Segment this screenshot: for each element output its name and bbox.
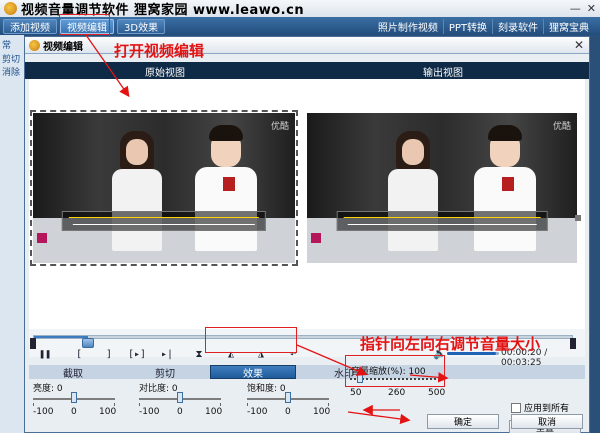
apply-all-checkbox[interactable]	[511, 402, 521, 413]
video-person-face	[402, 139, 424, 165]
video-person-face	[125, 139, 148, 165]
caption-line	[347, 224, 537, 225]
effect-sliders-panel: 亮度: 0 -100 0 100 对比度: 0 -100 0 100 饱和度: …	[29, 381, 585, 429]
menu-tab-add-video[interactable]: 添加视频	[3, 18, 57, 34]
volume-scale-min: 50	[350, 388, 362, 398]
contrast-label: 对比度: 0	[139, 384, 178, 394]
volume-scale-max: 500	[428, 388, 446, 398]
saturation-slider-group: 饱和度: 0 -100 0 100	[247, 381, 339, 427]
bg-panel-text: 消除	[2, 68, 21, 78]
app-logo-icon	[4, 2, 17, 15]
saturation-slider-thumb[interactable]	[285, 392, 291, 403]
tv-channel-badge	[37, 233, 47, 243]
timeline-progress	[34, 336, 88, 338]
microphone-icon	[223, 177, 236, 191]
video-preview-area: 优酷 优酷	[29, 79, 585, 329]
video-person-hair	[209, 125, 244, 141]
slider-mid: 0	[71, 407, 77, 417]
volume-scale-track[interactable]	[350, 378, 436, 380]
apply-all-option[interactable]: 应用到所有	[511, 401, 569, 414]
edit-tabs: 截取 剪切 效果 水印	[29, 365, 585, 380]
play-segment-button[interactable]: [▸]	[127, 346, 147, 362]
dialog-title: 视频编辑	[43, 41, 83, 53]
video-person-body	[111, 169, 162, 251]
annotation-adjust-volume: 指针向左向右调节音量大小	[360, 335, 541, 353]
bg-panel-text: 常	[2, 41, 12, 51]
tab-cut[interactable]: 剪切	[121, 365, 209, 380]
scroll-handle[interactable]	[575, 215, 581, 221]
annotation-highlight-box	[59, 14, 110, 35]
slider-max: 100	[99, 407, 117, 417]
caption-line	[68, 217, 260, 218]
video-person-hair	[488, 125, 523, 141]
original-video-frame[interactable]: 优酷	[30, 110, 298, 266]
apply-all-label: 应用到所有	[524, 404, 570, 414]
minimize-icon[interactable]: —	[570, 2, 581, 15]
menu-link-guide[interactable]: 狸窝宝典	[543, 18, 594, 34]
tv-watermark: 优酷	[270, 122, 289, 132]
caption-line	[72, 224, 256, 225]
slider-min: -100	[247, 407, 268, 417]
window-controls: — ✕	[570, 2, 596, 15]
microphone-icon	[502, 177, 515, 191]
close-icon[interactable]: ✕	[574, 38, 584, 52]
menu-link-photo-video[interactable]: 照片制作视频	[373, 19, 443, 34]
dialog-logo-icon	[29, 39, 40, 51]
contrast-slider-thumb[interactable]	[177, 392, 183, 403]
slider-mid: 0	[177, 407, 183, 417]
video-person	[388, 131, 438, 251]
video-caption	[336, 211, 548, 231]
caption-line	[343, 217, 541, 218]
view-labels: 原始视图 输出视图	[25, 64, 589, 79]
tv-watermark: 优酷	[552, 122, 571, 132]
menu-link-ppt[interactable]: PPT转换	[442, 18, 492, 34]
annotation-open-video-edit: 打开视频编辑	[114, 42, 205, 60]
mark-out-button[interactable]: ]	[99, 346, 119, 362]
contrast-slider-group: 对比度: 0 -100 0 100	[139, 381, 231, 427]
pause-button[interactable]: ❚❚	[35, 346, 55, 362]
slider-min: -100	[33, 407, 54, 417]
brightness-label: 亮度: 0	[33, 384, 63, 394]
tab-effect[interactable]: 效果	[210, 365, 296, 380]
menu-right-links: 照片制作视频 PPT转换 刻录软件 狸窝宝典	[373, 17, 594, 35]
cancel-button[interactable]: 取消	[511, 414, 583, 429]
bg-panel-text: 剪切	[2, 55, 21, 65]
menu-link-burn[interactable]: 刻录软件	[492, 18, 543, 34]
annotation-highlight-box	[205, 327, 297, 353]
video-edit-dialog: 视频编辑 ✕ 原始视图 输出视图 优酷 优酷 ❚❚ [] [▸] ▸| ⧗ ◭…	[24, 36, 590, 433]
background-app-panel: 常 剪切 消除	[0, 35, 24, 433]
ok-button[interactable]: 确定	[427, 414, 499, 429]
video-person-body	[388, 169, 438, 251]
output-view-label: 输出视图	[423, 68, 463, 79]
brightness-slider-thumb[interactable]	[71, 392, 77, 403]
slider-ticks	[247, 403, 329, 406]
brightness-slider-group: 亮度: 0 -100 0 100	[33, 381, 125, 427]
slider-mid: 0	[285, 407, 291, 417]
slider-ticks	[139, 403, 221, 406]
mark-in-button[interactable]: [	[69, 346, 89, 362]
menu-tab-3d-effect[interactable]: 3D效果	[117, 18, 166, 34]
video-person	[111, 131, 162, 251]
slider-ticks	[33, 403, 115, 406]
dialog-titlebar: 视频编辑 ✕	[25, 37, 589, 54]
original-view-label: 原始视图	[145, 68, 185, 79]
tv-channel-badge	[311, 233, 321, 243]
video-person	[195, 125, 258, 251]
volume-scale-thumb[interactable]	[356, 372, 363, 383]
slider-min: -100	[139, 407, 160, 417]
volume-scale-mid: 260	[388, 388, 406, 398]
video-person	[474, 125, 537, 251]
video-caption	[61, 211, 267, 231]
saturation-label: 饱和度: 0	[247, 384, 286, 394]
next-frame-button[interactable]: ▸|	[157, 346, 177, 362]
close-icon[interactable]: ✕	[587, 2, 596, 15]
slider-max: 100	[205, 407, 223, 417]
slider-max: 100	[313, 407, 331, 417]
tab-crop[interactable]: 截取	[29, 365, 117, 380]
output-video-frame: 优酷	[307, 113, 577, 263]
